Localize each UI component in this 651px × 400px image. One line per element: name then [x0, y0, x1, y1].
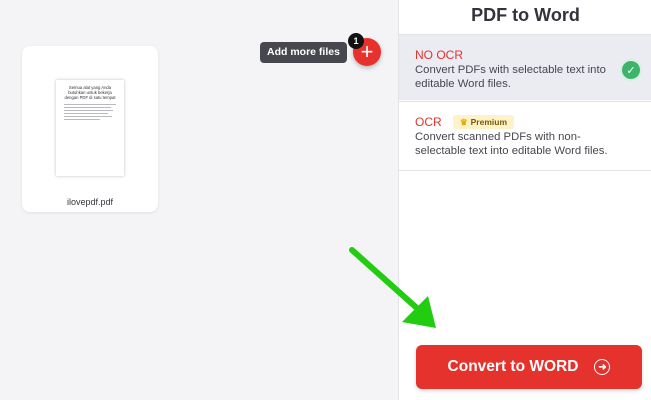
option-description: Convert scanned PDFs with non-selectable…: [415, 131, 608, 157]
convert-to-word-button[interactable]: Convert to WORD ➜: [416, 345, 642, 389]
check-icon: ✓: [620, 59, 642, 81]
sidebar-title: PDF to Word: [471, 5, 580, 25]
premium-label: Premium: [470, 117, 508, 127]
file-workspace: Semua alat yang Anda butuhkan untuk beke…: [0, 0, 398, 400]
option-title-row: OCR ♛ Premium: [415, 115, 651, 129]
option-title: NO OCR: [415, 48, 463, 62]
options-sidebar: PDF to Word NO OCR Convert PDFs with sel…: [398, 0, 651, 400]
option-description: Convert PDFs with selectable text into e…: [415, 64, 606, 90]
premium-badge: ♛ Premium: [453, 115, 515, 129]
crown-icon: ♛: [460, 117, 468, 127]
arrow-right-circle-icon: ➜: [594, 359, 611, 375]
option-ocr[interactable]: OCR ♛ Premium Convert scanned PDFs with n…: [399, 101, 651, 171]
file-name: ilovepdf.pdf: [66, 197, 114, 207]
thumbnail-lines: [64, 104, 116, 122]
file-thumbnail: Semua alat yang Anda butuhkan untuk beke…: [56, 80, 124, 176]
thumbnail-text: Semua alat yang Anda butuhkan untuk beke…: [64, 85, 116, 100]
add-more-files-tooltip: Add more files: [260, 42, 347, 63]
convert-button-label: Convert to WORD: [447, 358, 579, 375]
option-title: OCR: [415, 115, 442, 129]
annotation-arrow-icon: [349, 247, 436, 328]
file-count-badge: 1: [348, 33, 364, 49]
option-no-ocr[interactable]: NO OCR Convert PDFs with selectable text…: [399, 34, 651, 100]
tooltip-arrow: [341, 48, 347, 58]
file-card[interactable]: Semua alat yang Anda butuhkan untuk beke…: [22, 46, 158, 212]
